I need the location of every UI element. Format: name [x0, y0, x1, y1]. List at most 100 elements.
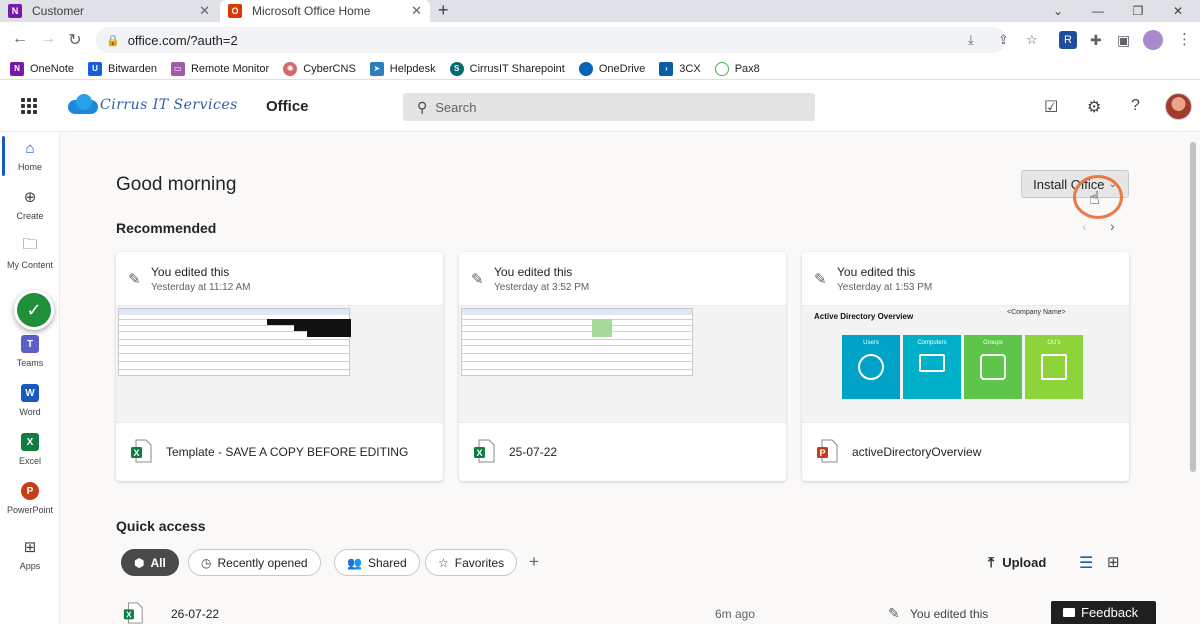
user-avatar[interactable] [1165, 93, 1192, 120]
filter-shared[interactable]: 👥 Shared [334, 549, 420, 576]
tab-title: Microsoft Office Home [252, 4, 371, 18]
sharepoint-icon: S [449, 61, 464, 76]
rail-item-excel[interactable]: X Excel [0, 430, 60, 478]
rail-item-teams[interactable]: T Teams [0, 332, 60, 380]
onenote-icon: N [8, 4, 22, 18]
browser-tab-strip: N Customer ✕ O Microsoft Office Home ✕ +… [0, 0, 1200, 22]
minimize-button[interactable]: — [1078, 0, 1118, 22]
office-header: Cirrus IT Services Office ⚲ Search ☑ ⚙ ? [0, 80, 1200, 132]
search-icon: ⚲ [417, 98, 428, 115]
close-icon[interactable]: ✕ [411, 3, 422, 19]
slide-title: Active Directory Overview [814, 312, 914, 321]
tab-search-chevron-icon[interactable]: ⌄ [1038, 0, 1078, 22]
my-day-icon[interactable]: ☑ [1044, 97, 1058, 117]
restore-button[interactable]: ❐ [1118, 0, 1158, 22]
tab-customer[interactable]: N Customer ✕ [0, 0, 218, 22]
add-filter-plus-icon[interactable]: + [529, 552, 539, 572]
list-view-icon[interactable]: ☰ [1079, 553, 1093, 573]
cube-icon: ⬢ [134, 555, 145, 570]
card-file-name: activeDirectoryOverview [852, 445, 982, 459]
bird-icon: ➤ [369, 61, 384, 76]
cloud-logo-icon [66, 94, 98, 116]
bookmark-onenote[interactable]: N OneNote [10, 61, 74, 76]
bookmark-helpdesk[interactable]: ➤ Helpdesk [369, 61, 436, 76]
app-launcher-waffle-icon[interactable] [21, 98, 37, 114]
extension-icon[interactable]: R [1059, 31, 1077, 49]
office-icon: O [228, 4, 242, 18]
close-window-button[interactable]: ✕ [1158, 0, 1198, 22]
browser-menu-icon[interactable]: ⋮ [1177, 30, 1192, 48]
help-icon[interactable]: ? [1131, 97, 1140, 115]
close-icon[interactable]: ✕ [199, 3, 210, 19]
scrollbar-thumb[interactable] [1190, 142, 1196, 472]
app-title[interactable]: Office [266, 98, 309, 115]
search-input[interactable]: ⚲ Search [403, 93, 815, 121]
folder-icon: 🗀 [22, 235, 38, 253]
back-arrow-icon[interactable]: ← [10, 30, 30, 48]
side-panel-icon[interactable]: ▣ [1117, 32, 1130, 49]
recommended-card[interactable]: ✎ You edited this Yesterday at 11:12 AM … [116, 252, 443, 481]
teams-icon: T [20, 334, 40, 354]
bookmark-pax8[interactable]: Pax8 [714, 61, 760, 76]
slide-company: <Company Name> [1007, 309, 1066, 316]
card-time: Yesterday at 1:53 PM [837, 282, 933, 293]
settings-gear-icon[interactable]: ⚙ [1087, 97, 1101, 117]
pencil-edit-icon: ✎ [814, 271, 827, 288]
url-input[interactable]: 🔒 office.com/?auth=2 [96, 27, 1006, 53]
rail-item-apps[interactable]: ⊞ Apps [0, 535, 60, 583]
rail-item-my-content[interactable]: 🗀 My Content [0, 234, 60, 282]
pencil-edit-icon: ✎ [888, 605, 900, 621]
tab-office-home[interactable]: O Microsoft Office Home ✕ [220, 0, 430, 22]
page-scrollbar[interactable] [1188, 140, 1198, 624]
filter-all[interactable]: ⬢ All [121, 549, 179, 576]
onenote-icon: N [10, 61, 24, 76]
browser-profile-avatar[interactable] [1143, 30, 1163, 50]
company-logo[interactable]: Cirrus IT Services [66, 94, 238, 116]
filter-favorites[interactable]: ☆ Favorites [425, 549, 518, 576]
install-app-icon[interactable]: ⤓ [968, 32, 974, 48]
carousel-prev-icon[interactable]: ‹ [1082, 218, 1087, 234]
reload-icon[interactable]: ↻ [65, 30, 85, 50]
card-time: Yesterday at 3:52 PM [494, 282, 590, 293]
powerpoint-icon: P [20, 481, 40, 501]
card-activity: You edited this [494, 265, 573, 279]
table-row[interactable]: X 26-07-22 6m ago ✎ You edited this [116, 600, 1176, 624]
bookmark-cybercns[interactable]: ✺ CyberCNS [283, 61, 356, 76]
left-nav-rail: ⌂ Home ⊕ Create 🗀 My Content T Teams W W… [0, 132, 60, 624]
bookmark-cirrusit-sharepoint[interactable]: S CirrusIT Sharepoint [449, 61, 565, 76]
gear-icon: ✺ [283, 61, 298, 76]
bookmark-bitwarden[interactable]: U Bitwarden [88, 61, 157, 76]
excel-icon: X [20, 432, 40, 452]
slide-tile: Groups [964, 335, 1022, 399]
cloud-icon [578, 61, 593, 76]
rail-item-word[interactable]: W Word [0, 381, 60, 429]
greeting-heading: Good morning [116, 174, 237, 195]
checkmark-badge-icon[interactable]: ✓ [14, 290, 54, 330]
filter-recently-opened[interactable]: ◷ Recently opened [188, 549, 321, 576]
extensions-puzzle-icon[interactable]: ✚ [1090, 32, 1102, 49]
bookmark-onedrive[interactable]: OneDrive [578, 61, 645, 76]
user-icon [858, 354, 884, 380]
svg-text:X: X [476, 448, 482, 458]
upload-button[interactable]: ⤒ Upload [988, 554, 1046, 571]
rail-item-create[interactable]: ⊕ Create [0, 185, 60, 233]
rail-item-home[interactable]: ⌂ Home [0, 136, 60, 184]
card-activity: You edited this [837, 265, 916, 279]
people-icon: 👥 [347, 555, 362, 570]
new-tab-button[interactable]: + [438, 0, 449, 20]
svg-text:X: X [133, 448, 139, 458]
share-icon[interactable]: ⇪ [998, 32, 1009, 48]
bookmark-3cx[interactable]: › 3CX [659, 61, 701, 76]
pencil-edit-icon: ✎ [128, 271, 141, 288]
plus-circle-icon: ⊕ [23, 189, 37, 206]
file-name: 26-07-22 [171, 607, 220, 621]
grid-view-icon[interactable]: ⊞ [1107, 553, 1120, 571]
rail-item-powerpoint[interactable]: P PowerPoint [0, 479, 60, 527]
bookmark-remote-monitor[interactable]: ▭ Remote Monitor [170, 61, 269, 76]
carousel-next-icon[interactable]: › [1110, 218, 1115, 234]
bookmark-star-icon[interactable]: ☆ [1026, 32, 1038, 48]
recommended-card[interactable]: ✎ You edited this Yesterday at 3:52 PM X… [459, 252, 786, 481]
feedback-button[interactable]: Feedback [1051, 601, 1156, 624]
recommended-card[interactable]: ✎ You edited this Yesterday at 1:53 PM A… [802, 252, 1129, 481]
forward-arrow-icon[interactable]: → [38, 30, 58, 48]
